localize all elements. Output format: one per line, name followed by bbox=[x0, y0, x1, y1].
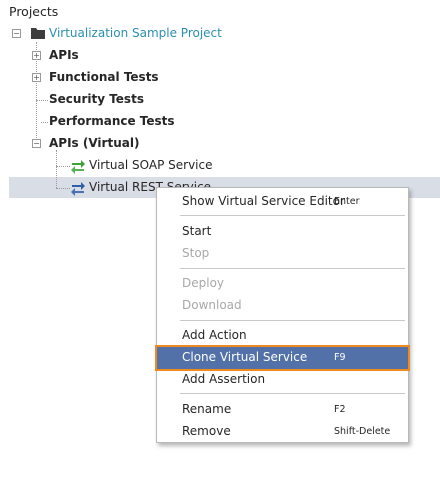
menu-item-add-assertion[interactable]: Add Assertion bbox=[157, 369, 408, 391]
menu-item-clone-virtual-service[interactable]: Clone Virtual Service F9 bbox=[155, 345, 410, 371]
menu-item-shortcut: F9 bbox=[334, 352, 346, 363]
minus-icon: − bbox=[33, 138, 40, 148]
tree-line bbox=[36, 100, 48, 101]
menu-item-shortcut: Enter bbox=[334, 196, 360, 207]
collapse-project-toggle[interactable]: − bbox=[12, 29, 21, 38]
menu-item-rename[interactable]: Rename F2 bbox=[157, 399, 408, 421]
tree-item-performance-tests[interactable]: Performance Tests bbox=[49, 114, 175, 128]
expand-functional-tests-toggle[interactable]: + bbox=[32, 73, 41, 82]
menu-item-label: Stop bbox=[182, 246, 210, 260]
menu-item-label: Remove bbox=[182, 424, 231, 438]
menu-item-stop: Stop bbox=[157, 243, 408, 265]
projects-header: Projects bbox=[9, 4, 59, 19]
menu-item-remove[interactable]: Remove Shift-Delete bbox=[157, 421, 408, 443]
tree-item-apis-virtual[interactable]: APIs (Virtual) bbox=[49, 136, 139, 150]
menu-item-label: Download bbox=[182, 298, 242, 312]
tree-line bbox=[41, 122, 48, 123]
tree-item-security-tests[interactable]: Security Tests bbox=[49, 92, 144, 106]
menu-item-download: Download bbox=[157, 295, 408, 317]
plus-icon: + bbox=[33, 72, 40, 82]
expand-apis-toggle[interactable]: + bbox=[32, 51, 41, 60]
minus-icon: − bbox=[13, 28, 20, 38]
menu-item-label: Add Assertion bbox=[182, 372, 266, 386]
virtual-soap-service-icon bbox=[70, 158, 86, 174]
folder-icon bbox=[30, 26, 46, 40]
menu-item-label: Start bbox=[182, 224, 212, 238]
menu-item-add-action[interactable]: Add Action bbox=[157, 325, 408, 347]
menu-separator bbox=[180, 320, 405, 321]
tree-line bbox=[56, 166, 70, 167]
menu-item-shortcut: Shift-Delete bbox=[334, 426, 391, 437]
menu-item-label: Rename bbox=[182, 402, 232, 416]
menu-separator bbox=[180, 268, 405, 269]
virtual-rest-service-icon bbox=[70, 180, 86, 196]
context-menu: Show Virtual Service Editor Enter Start … bbox=[155, 187, 410, 443]
menu-item-shortcut: F2 bbox=[334, 404, 346, 415]
menu-item-label: Show Virtual Service Editor bbox=[182, 194, 345, 208]
menu-item-label: Deploy bbox=[182, 276, 225, 290]
menu-separator bbox=[180, 215, 405, 216]
tree-line-vertical bbox=[56, 150, 57, 188]
tree-item-project[interactable]: Virtualization Sample Project bbox=[49, 26, 222, 40]
menu-item-start[interactable]: Start bbox=[157, 221, 408, 243]
collapse-apis-virtual-toggle[interactable]: − bbox=[32, 139, 41, 148]
menu-separator bbox=[180, 393, 405, 394]
menu-item-label: Clone Virtual Service bbox=[182, 350, 308, 364]
plus-icon: + bbox=[33, 50, 40, 60]
menu-item-deploy: Deploy bbox=[157, 273, 408, 295]
tree-item-virtual-soap-service[interactable]: Virtual SOAP Service bbox=[89, 158, 213, 172]
tree-item-apis[interactable]: APIs bbox=[49, 48, 79, 62]
tree-item-functional-tests[interactable]: Functional Tests bbox=[49, 70, 159, 84]
menu-item-label: Add Action bbox=[182, 328, 247, 342]
menu-item-show-virtual-service-editor[interactable]: Show Virtual Service Editor Enter bbox=[157, 191, 408, 213]
tree-line bbox=[56, 188, 70, 189]
